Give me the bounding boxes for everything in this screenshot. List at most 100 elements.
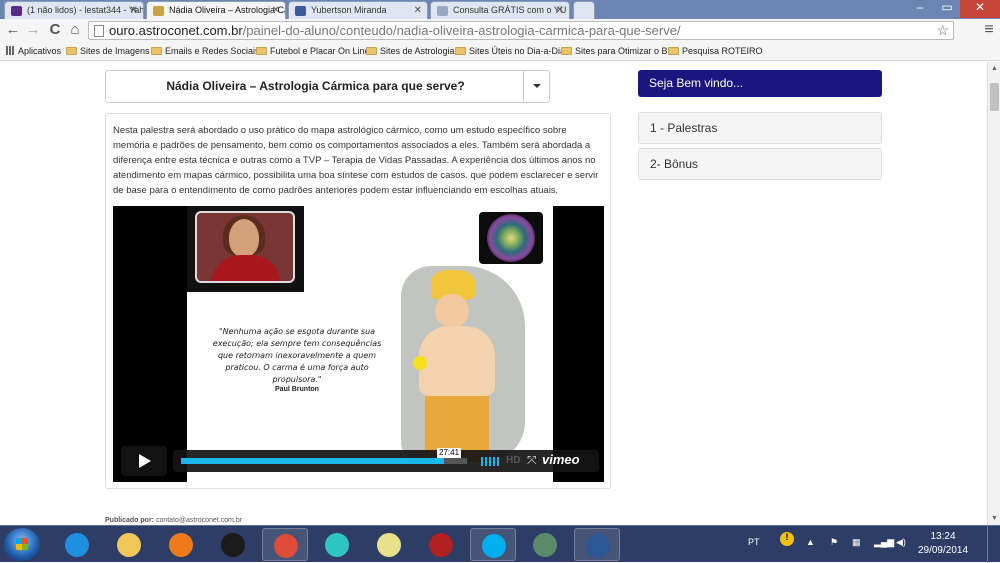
bookmark-folder[interactable]: Sites de Imagens — [66, 46, 150, 56]
speaker-face — [229, 219, 259, 257]
sun-shape — [413, 356, 427, 370]
signal-bars-icon[interactable]: ▂▄▆ — [874, 537, 894, 548]
folder-icon — [66, 47, 77, 55]
action-center-flag-icon[interactable]: ⚑ — [830, 537, 838, 548]
video-control-bar: 27:41 HD ⤧ vimeo — [173, 448, 599, 472]
file-explorer-taskbar-button[interactable] — [106, 528, 152, 561]
network-icon[interactable]: ▦ — [852, 537, 861, 548]
tab-label: Yubertson Miranda — [311, 5, 387, 15]
close-icon[interactable]: ✕ — [130, 5, 138, 16]
video-progress-fill — [181, 458, 445, 464]
bookmark-label: Sites para Otimizar o Bl... — [575, 46, 678, 56]
media-player-taskbar-button[interactable] — [158, 528, 204, 561]
sticky-notes-taskbar-button[interactable] — [366, 528, 412, 561]
fullscreen-icon[interactable]: ⤧ — [527, 453, 537, 468]
bookmark-label: Sites Úteis no Dia-a-Dia — [469, 46, 566, 56]
spiral-graphic — [487, 214, 535, 262]
speaker-app-taskbar-button[interactable] — [418, 528, 464, 561]
chrome-icon — [274, 534, 298, 558]
spiral-logo-image — [479, 212, 543, 264]
tab-facebook[interactable]: Yubertson Miranda ✕ — [288, 1, 428, 19]
browser-tab-strip: (1 não lidos) - lestat344 - Yah ✕ Nádia … — [0, 0, 1000, 19]
page-scrollbar[interactable]: ▲ ▼ — [987, 62, 1000, 525]
sidebar-item-palestras[interactable]: 1 - Palestras — [638, 112, 882, 144]
bookmark-label: Pesquisa ROTEIRO — [682, 46, 763, 56]
bookmark-apps[interactable]: Aplicativos — [6, 46, 61, 56]
tab-yahoo-mail[interactable]: (1 não lidos) - lestat344 - Yah ✕ — [4, 1, 144, 19]
tab-consulta[interactable]: Consulta GRÁTIS com o YU ✕ — [430, 1, 570, 19]
scrollbar-thumb[interactable] — [990, 83, 999, 111]
windows-taskbar: PT ! ▲ ⚑ ▦ ▂▄▆ ◀) 13:24 29/09/2014 — [0, 525, 1000, 563]
video-slide: "Nenhuma ação se esgota durante sua exec… — [187, 206, 553, 482]
star-icon[interactable]: ☆ — [936, 22, 949, 39]
page-content: Nádia Oliveira – Astrologia Cármica para… — [0, 62, 987, 525]
bookmark-label: Sites de Imagens — [80, 46, 150, 56]
publisher-email[interactable]: contato@astroconet.com.br — [156, 517, 242, 524]
maximize-button[interactable]: ▭ — [934, 0, 960, 18]
folder-icon — [151, 47, 162, 55]
new-tab-button[interactable] — [573, 1, 595, 19]
word-taskbar-button[interactable] — [574, 528, 620, 561]
start-button[interactable] — [4, 528, 40, 561]
back-icon[interactable]: ← — [4, 21, 22, 39]
title-dropdown-button[interactable] — [523, 71, 549, 102]
show-desktop-button[interactable] — [987, 526, 1000, 563]
chrome-taskbar-button[interactable] — [262, 528, 308, 561]
reload-icon[interactable]: C — [46, 21, 64, 39]
media-player-icon — [169, 533, 193, 557]
page-info-icon[interactable] — [94, 25, 104, 37]
vimeo-logo[interactable]: vimeo — [542, 452, 580, 467]
taskbar-clock[interactable]: 13:24 29/09/2014 — [912, 530, 974, 558]
video-progress-track[interactable]: 27:41 — [181, 448, 467, 464]
file-explorer-icon — [117, 533, 141, 557]
deity-illustration — [401, 266, 525, 462]
bookmark-folder[interactable]: Sites Úteis no Dia-a-Dia — [455, 46, 565, 56]
scroll-up-icon[interactable]: ▲ — [991, 65, 998, 72]
vpn-taskbar-button[interactable] — [314, 528, 360, 561]
url-path: /painel-do-aluno/conteudo/nadia-oliveira… — [242, 23, 681, 38]
bookmark-folder[interactable]: Emails e Redes Sociais — [151, 46, 260, 56]
address-bar[interactable]: ouro.astroconet.com.br/painel-do-aluno/c… — [88, 21, 954, 40]
close-icon[interactable]: ✕ — [556, 5, 564, 16]
window-app-taskbar-button[interactable] — [522, 528, 568, 561]
hd-toggle[interactable]: HD — [506, 455, 520, 466]
facebook-icon — [295, 6, 306, 16]
bookmarks-bar: Aplicativos Sites de Imagens Emails e Re… — [0, 42, 1000, 61]
bookmark-folder[interactable]: Sites para Otimizar o Bl... — [561, 46, 677, 56]
forward-icon[interactable]: → — [24, 21, 42, 39]
clock-time: 13:24 — [930, 531, 956, 542]
bookmark-folder[interactable]: Futebol e Placar On Line — [256, 46, 370, 56]
hp-taskbar-button[interactable] — [210, 528, 256, 561]
folder-icon — [455, 47, 466, 55]
slide-quote-author: Paul Brunton — [275, 386, 319, 393]
play-button[interactable] — [121, 446, 167, 476]
volume-tray-icon[interactable]: ◀) — [896, 537, 906, 548]
home-icon[interactable]: ⌂ — [66, 21, 84, 39]
bookmark-folder[interactable]: Sites de Astrologia — [366, 46, 455, 56]
close-icon[interactable]: ✕ — [272, 5, 280, 16]
minimize-button[interactable]: – — [906, 0, 934, 18]
chrome-menu-icon[interactable]: ≡ — [980, 21, 998, 39]
notification-warning-icon[interactable]: ! — [780, 532, 794, 546]
tab-label: Consulta GRÁTIS com o YU — [453, 5, 567, 15]
webcam-frame — [195, 211, 295, 283]
skype-taskbar-button[interactable] — [470, 528, 516, 561]
face-shape — [435, 294, 469, 328]
internet-explorer-taskbar-button[interactable] — [54, 528, 100, 561]
video-player[interactable]: "Nenhuma ação se esgota durante sua exec… — [113, 206, 604, 482]
browser-toolbar: ← → C ⌂ ouro.astroconet.com.br/painel-do… — [0, 19, 1000, 42]
tab-nadia-oliveira[interactable]: Nádia Oliveira – Astrologia Cá ✕ — [146, 1, 286, 19]
tab-label: Nádia Oliveira – Astrologia Cá — [169, 5, 286, 15]
sidebar-item-bonus[interactable]: 2- Bônus — [638, 148, 882, 180]
language-indicator[interactable]: PT — [748, 537, 760, 547]
bookmark-folder[interactable]: Pesquisa ROTEIRO — [668, 46, 763, 56]
close-icon[interactable]: ✕ — [414, 5, 422, 16]
scroll-down-icon[interactable]: ▼ — [991, 515, 998, 522]
sidebar-welcome: Seja Bem vindo... — [638, 70, 882, 97]
volume-icon[interactable] — [481, 457, 501, 466]
folder-icon — [668, 47, 679, 55]
show-hidden-icons-icon[interactable]: ▲ — [806, 537, 815, 547]
chevron-down-icon — [533, 84, 541, 88]
tab-label: (1 não lidos) - lestat344 - Yah — [27, 5, 144, 15]
close-window-button[interactable]: ✕ — [960, 0, 1000, 18]
